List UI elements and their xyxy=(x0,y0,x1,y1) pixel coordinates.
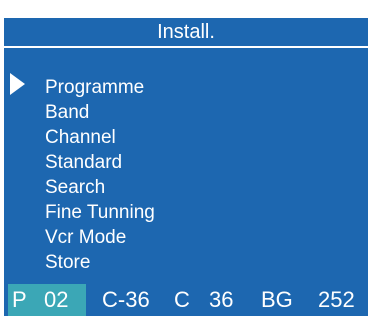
menu-item-store[interactable]: Store xyxy=(45,250,155,275)
channel-code: C-36 xyxy=(102,287,150,312)
menu-title: Install. xyxy=(4,18,368,48)
selection-arrow-icon xyxy=(10,73,25,95)
channel-number: 36 xyxy=(209,287,234,312)
programme-number: 02 xyxy=(44,287,69,312)
menu-item-vcr-mode[interactable]: Vcr Mode xyxy=(45,225,155,250)
menu-item-fine-tunning[interactable]: Fine Tunning xyxy=(45,200,155,225)
tv-standard: BG xyxy=(261,287,293,312)
menu-item-band[interactable]: Band xyxy=(45,100,155,125)
menu-item-standard[interactable]: Standard xyxy=(45,150,155,175)
programme-prefix: P xyxy=(12,287,27,312)
install-osd: Install. Programme Band Channel Standard… xyxy=(0,0,372,316)
menu-list: Programme Band Channel Standard Search F… xyxy=(45,75,155,275)
menu-item-search[interactable]: Search xyxy=(45,175,155,200)
menu-item-channel[interactable]: Channel xyxy=(45,125,155,150)
frequency-value: 252 xyxy=(318,287,355,312)
channel-prefix: C xyxy=(174,287,190,312)
status-bar: P 02 C-36 C 36 BG 252 xyxy=(4,284,368,316)
menu-item-programme[interactable]: Programme xyxy=(45,75,155,100)
menu-panel: Programme Band Channel Standard Search F… xyxy=(4,48,368,284)
